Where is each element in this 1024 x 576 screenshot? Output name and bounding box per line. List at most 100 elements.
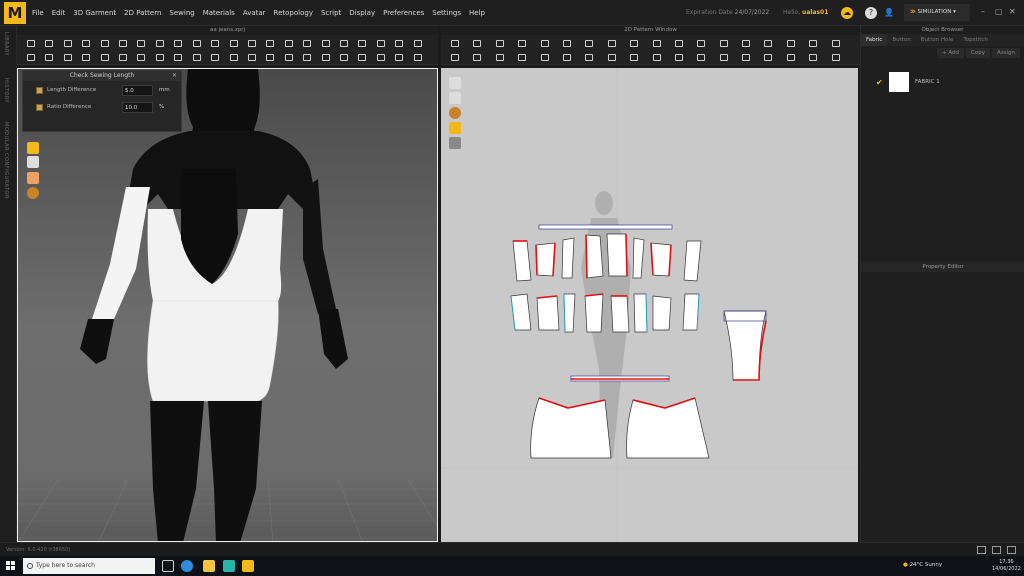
layout-3d-icon[interactable] (992, 546, 1001, 554)
toolbar-tool-icon[interactable] (62, 52, 72, 61)
toolbar-tool-icon[interactable] (516, 38, 527, 47)
tab-button[interactable]: Button (887, 34, 915, 46)
toolbar-tool-icon[interactable] (628, 52, 639, 61)
avatar-pose-icon[interactable] (27, 172, 39, 184)
menu-sewing[interactable]: Sewing (169, 9, 194, 17)
fill-icon[interactable] (449, 122, 461, 134)
toolbar-tool-icon[interactable] (471, 52, 482, 61)
weather-widget[interactable]: ● 24°C Sunny (903, 562, 942, 568)
transform-pattern-icon[interactable] (449, 92, 461, 104)
toolbar-tool-icon[interactable] (356, 52, 367, 61)
ratio-difference-checkbox[interactable] (36, 104, 43, 111)
toolbar-tool-icon[interactable] (695, 52, 706, 61)
taskbar-clock[interactable]: 17:36 14/06/2022 (992, 559, 1021, 573)
toolbar-tool-icon[interactable] (494, 52, 504, 61)
file-explorer-icon[interactable] (203, 560, 215, 572)
toolbar-tool-icon[interactable] (718, 52, 728, 61)
toolbar-tool-icon[interactable] (718, 38, 728, 47)
toolbar-tool-icon[interactable] (209, 38, 220, 47)
cloud-icon[interactable]: ☁ (841, 7, 853, 19)
tab-fabric[interactable]: Fabric (861, 34, 888, 46)
toolbar-tool-icon[interactable] (740, 52, 751, 61)
toolbar-tool-icon[interactable] (539, 52, 549, 61)
toolbar-tool-icon[interactable] (25, 38, 35, 47)
task-view-icon[interactable] (162, 560, 174, 572)
ratio-difference-input[interactable] (122, 102, 153, 113)
avatar-tool-icon[interactable] (27, 142, 39, 154)
toolbar-tool-icon[interactable] (338, 52, 348, 61)
help-icon[interactable]: ? (865, 7, 877, 19)
toolbar-tool-icon[interactable] (117, 38, 128, 47)
app-taskbar-icon[interactable] (223, 560, 235, 572)
toolbar-tool-icon[interactable] (412, 38, 422, 47)
toolbar-tool-icon[interactable] (320, 52, 330, 61)
edit-pattern-icon[interactable] (449, 77, 461, 89)
user-icon[interactable]: 👤 (883, 7, 895, 19)
toolbar-tool-icon[interactable] (628, 38, 639, 47)
menu-settings[interactable]: Settings (432, 9, 461, 17)
toolbar-tool-icon[interactable] (283, 38, 293, 47)
toolbar-tool-icon[interactable] (785, 52, 795, 61)
measure-tool-icon[interactable] (27, 156, 39, 168)
toolbar-tool-icon[interactable] (471, 38, 482, 47)
toolbar-tool-icon[interactable] (135, 38, 146, 47)
toolbar-tool-icon[interactable] (43, 38, 54, 47)
tab-button-hole[interactable]: Button Hole (916, 34, 959, 46)
toolbar-tool-icon[interactable] (43, 52, 54, 61)
toolbar-tool-icon[interactable] (740, 38, 751, 47)
toolbar-tool-icon[interactable] (583, 52, 594, 61)
toolbar-tool-icon[interactable] (449, 52, 459, 61)
toolbar-tool-icon[interactable] (338, 38, 348, 47)
close-icon[interactable]: ✕ (1009, 7, 1016, 16)
edge-icon[interactable] (181, 560, 193, 572)
toolbar-tool-icon[interactable] (246, 38, 256, 47)
toolbar-tool-icon[interactable] (651, 52, 661, 61)
toolbar-tool-icon[interactable] (228, 38, 238, 47)
toolbar-tool-icon[interactable] (228, 52, 238, 61)
toolbar-tool-icon[interactable] (561, 52, 571, 61)
add-button[interactable]: + Add (937, 48, 965, 58)
toolbar-tool-icon[interactable] (301, 38, 312, 47)
layout-2d-icon[interactable] (1007, 546, 1016, 554)
toolbar-tool-icon[interactable] (830, 52, 840, 61)
toolbar-tool-icon[interactable] (191, 52, 201, 61)
texture-icon[interactable] (27, 187, 39, 199)
toolbar-tool-icon[interactable] (762, 52, 773, 61)
toolbar-tool-icon[interactable] (830, 38, 840, 47)
toolbar-tool-icon[interactable] (583, 38, 594, 47)
toolbar-tool-icon[interactable] (62, 38, 72, 47)
toolbar-tool-icon[interactable] (283, 52, 293, 61)
toolbar-tool-icon[interactable] (264, 52, 275, 61)
toolbar-tool-icon[interactable] (393, 38, 404, 47)
toolbar-tool-icon[interactable] (375, 52, 385, 61)
toolbar-tool-icon[interactable] (561, 38, 571, 47)
toolbar-tool-icon[interactable] (246, 52, 256, 61)
length-difference-checkbox[interactable] (36, 87, 43, 94)
toolbar-tool-icon[interactable] (673, 52, 683, 61)
toolbar-tool-icon[interactable] (209, 52, 220, 61)
toolbar-tool-icon[interactable] (651, 38, 661, 47)
menu-script[interactable]: Script (321, 9, 341, 17)
3d-viewport[interactable] (17, 68, 438, 542)
dialog-close-icon[interactable]: ✕ (172, 71, 177, 81)
marvelous-taskbar-icon[interactable] (242, 560, 254, 572)
waistband-piece[interactable] (538, 224, 673, 230)
tab-history[interactable]: HISTORY (3, 78, 9, 103)
toolbar-tool-icon[interactable] (807, 52, 818, 61)
length-difference-input[interactable] (122, 85, 153, 96)
menu-avatar[interactable]: Avatar (243, 9, 266, 17)
tab-library[interactable]: LIBRARY (3, 32, 9, 56)
toolbar-tool-icon[interactable] (785, 38, 795, 47)
toolbar-tool-icon[interactable] (154, 38, 164, 47)
toolbar-tool-icon[interactable] (80, 38, 91, 47)
toolbar-tool-icon[interactable] (99, 38, 109, 47)
toolbar-tool-icon[interactable] (172, 52, 183, 61)
toolbar-tool-icon[interactable] (135, 52, 146, 61)
menu-3d-garment[interactable]: 3D Garment (73, 9, 116, 17)
toolbar-tool-icon[interactable] (695, 38, 706, 47)
mode-selector[interactable]: ≫ SIMULATION ▾ (904, 4, 970, 21)
menu-display[interactable]: Display (349, 9, 375, 17)
menu-retopology[interactable]: Retopology (274, 9, 313, 17)
toolbar-tool-icon[interactable] (393, 52, 404, 61)
tab-topstitch[interactable]: Topstitch (958, 34, 993, 46)
